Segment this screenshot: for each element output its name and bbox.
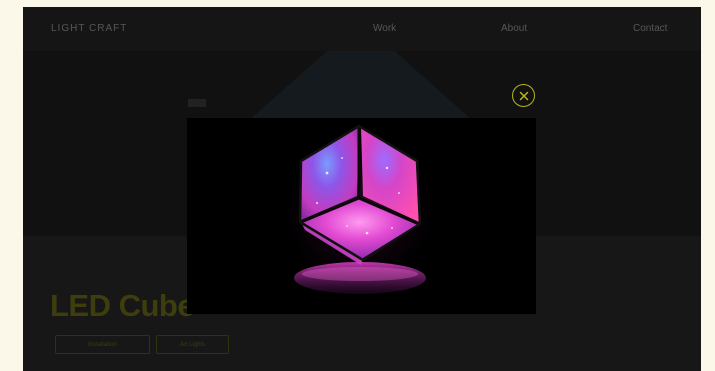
close-button[interactable] <box>512 84 535 107</box>
website-frame: LIGHT CRAFT Work About Contact LED Cube … <box>23 7 701 371</box>
close-icon <box>519 91 528 100</box>
glowing-led-cube-icon <box>274 124 444 294</box>
lightbox-image <box>187 118 536 314</box>
